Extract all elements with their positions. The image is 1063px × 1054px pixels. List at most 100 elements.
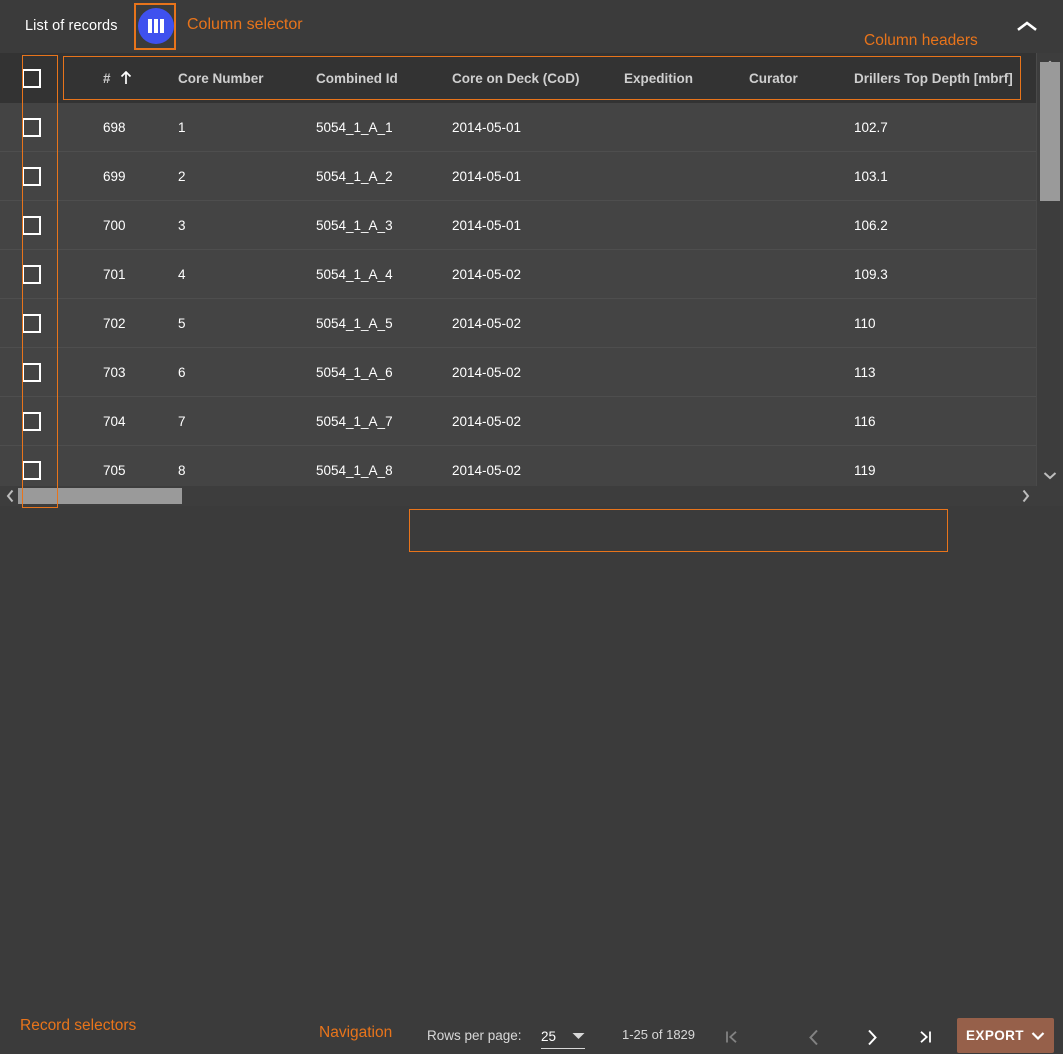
- cell-id: 705: [103, 462, 126, 478]
- row-select-cell[interactable]: [0, 103, 63, 151]
- table-row[interactable]: 698 1 5054_1_A_1 2014-05-01 102.7: [0, 103, 1037, 152]
- row-checkbox[interactable]: [22, 460, 41, 480]
- footer-bar: Record selectors Navigation Rows per pag…: [0, 506, 1063, 1053]
- vertical-scrollbar-thumb[interactable]: [1040, 62, 1060, 201]
- row-checkbox[interactable]: [22, 313, 41, 333]
- annotation-column-headers: Column headers: [864, 32, 978, 49]
- row-checkbox[interactable]: [22, 215, 41, 235]
- column-header-combined-id[interactable]: Combined Id: [316, 53, 398, 103]
- annotation-record-selectors: Record selectors: [20, 1017, 137, 1034]
- cell-core-number: 5: [178, 315, 186, 331]
- rows-per-page-value: 25: [541, 1028, 557, 1044]
- cell-drillers-top-depth: 119: [854, 462, 876, 478]
- export-button[interactable]: EXPORT: [957, 1018, 1054, 1053]
- cell-id: 698: [103, 119, 126, 135]
- select-all-checkbox[interactable]: [22, 68, 41, 88]
- table-body: 698 1 5054_1_A_1 2014-05-01 102.7 699 2 …: [0, 103, 1037, 486]
- row-select-cell[interactable]: [0, 152, 63, 200]
- chevron-right-icon: [1022, 489, 1029, 503]
- arrow-up-icon: [120, 71, 132, 85]
- row-select-cell[interactable]: [0, 446, 63, 486]
- column-header-id-label: #: [103, 70, 111, 86]
- cell-core-number: 8: [178, 462, 186, 478]
- scroll-left-button[interactable]: [0, 486, 20, 506]
- cell-core-number: 1: [178, 119, 186, 135]
- cell-id: 701: [103, 266, 126, 282]
- pagination-range-label: 1-25 of 1829: [622, 1027, 696, 1042]
- cell-combined-id: 5054_1_A_6: [316, 364, 393, 380]
- cell-drillers-top-depth: 116: [854, 413, 876, 429]
- vertical-scrollbar[interactable]: [1036, 53, 1063, 486]
- records-table-app: List of records Column selector Column h…: [0, 0, 1063, 1053]
- rows-per-page-label: Rows per page:: [427, 1028, 522, 1043]
- row-checkbox[interactable]: [22, 117, 41, 137]
- column-header-core-on-deck[interactable]: Core on Deck (CoD): [452, 53, 580, 103]
- cell-core-on-deck: 2014-05-01: [452, 217, 522, 233]
- table-row[interactable]: 699 2 5054_1_A_2 2014-05-01 103.1: [0, 152, 1037, 201]
- cell-combined-id: 5054_1_A_1: [316, 119, 393, 135]
- rows-per-page-select[interactable]: 25: [541, 1024, 585, 1049]
- cell-combined-id: 5054_1_A_8: [316, 462, 393, 478]
- column-header-expedition[interactable]: Expedition: [624, 53, 693, 103]
- row-checkbox[interactable]: [22, 264, 41, 284]
- scroll-right-button[interactable]: [1015, 486, 1035, 506]
- scroll-down-button[interactable]: [1037, 464, 1063, 486]
- row-checkbox[interactable]: [22, 362, 41, 382]
- annotation-navigation: Navigation: [319, 1024, 393, 1041]
- last-page-button[interactable]: [908, 1020, 942, 1054]
- previous-page-button[interactable]: [797, 1020, 831, 1054]
- cell-drillers-top-depth: 110: [854, 315, 876, 331]
- cell-core-on-deck: 2014-05-02: [452, 462, 522, 478]
- chevron-up-icon: [1017, 21, 1037, 31]
- column-header-id[interactable]: #: [103, 53, 132, 103]
- row-checkbox[interactable]: [22, 166, 41, 186]
- cell-combined-id: 5054_1_A_3: [316, 217, 393, 233]
- chevron-down-icon: [1031, 1032, 1045, 1040]
- page-title: List of records: [25, 18, 118, 34]
- cell-id: 702: [103, 315, 126, 331]
- row-select-cell[interactable]: [0, 348, 63, 396]
- first-page-button[interactable]: [715, 1020, 749, 1054]
- table-row[interactable]: 700 3 5054_1_A_3 2014-05-01 106.2: [0, 201, 1037, 250]
- cell-core-number: 6: [178, 364, 186, 380]
- cell-id: 700: [103, 217, 126, 233]
- horizontal-scrollbar-thumb[interactable]: [18, 488, 182, 504]
- cell-core-on-deck: 2014-05-02: [452, 266, 522, 282]
- cell-core-on-deck: 2014-05-02: [452, 364, 522, 380]
- row-select-cell[interactable]: [0, 250, 63, 298]
- cell-core-number: 3: [178, 217, 186, 233]
- cell-core-on-deck: 2014-05-02: [452, 315, 522, 331]
- table-row[interactable]: 703 6 5054_1_A_6 2014-05-02 113: [0, 348, 1037, 397]
- next-page-button[interactable]: [855, 1020, 889, 1054]
- table-row[interactable]: 705 8 5054_1_A_8 2014-05-02 119: [0, 446, 1037, 486]
- chevron-down-icon: [572, 1033, 585, 1039]
- table-row[interactable]: 704 7 5054_1_A_7 2014-05-02 116: [0, 397, 1037, 446]
- row-select-cell[interactable]: [0, 299, 63, 347]
- first-page-icon: [726, 1031, 737, 1043]
- cell-core-on-deck: 2014-05-01: [452, 119, 522, 135]
- collapse-panel-button[interactable]: [1013, 12, 1041, 40]
- horizontal-scrollbar[interactable]: [0, 486, 1063, 506]
- chevron-left-icon: [809, 1029, 818, 1045]
- select-all-checkbox-cell[interactable]: [0, 53, 63, 103]
- column-header-core-number[interactable]: Core Number: [178, 53, 264, 103]
- cell-drillers-top-depth: 103.1: [854, 168, 888, 184]
- top-bar: List of records Column selector Column h…: [0, 0, 1063, 53]
- last-page-icon: [920, 1031, 931, 1043]
- cell-core-number: 7: [178, 413, 186, 429]
- row-select-cell[interactable]: [0, 201, 63, 249]
- row-select-cell[interactable]: [0, 397, 63, 445]
- column-header-drillers-top-depth[interactable]: Drillers Top Depth [mbrf]: [854, 53, 1013, 103]
- export-button-label: EXPORT: [966, 1028, 1024, 1043]
- table-row[interactable]: 701 4 5054_1_A_4 2014-05-02 109.3: [0, 250, 1037, 299]
- row-checkbox[interactable]: [22, 411, 41, 431]
- cell-core-number: 4: [178, 266, 186, 282]
- cell-drillers-top-depth: 113: [854, 364, 876, 380]
- cell-combined-id: 5054_1_A_7: [316, 413, 393, 429]
- records-table: # Core Number Combined Id Core on Deck (…: [0, 53, 1037, 486]
- column-selector-annotation-box: [134, 3, 176, 50]
- cell-core-on-deck: 2014-05-01: [452, 168, 522, 184]
- column-header-curator[interactable]: Curator: [749, 53, 798, 103]
- cell-core-number: 2: [178, 168, 186, 184]
- table-row[interactable]: 702 5 5054_1_A_5 2014-05-02 110: [0, 299, 1037, 348]
